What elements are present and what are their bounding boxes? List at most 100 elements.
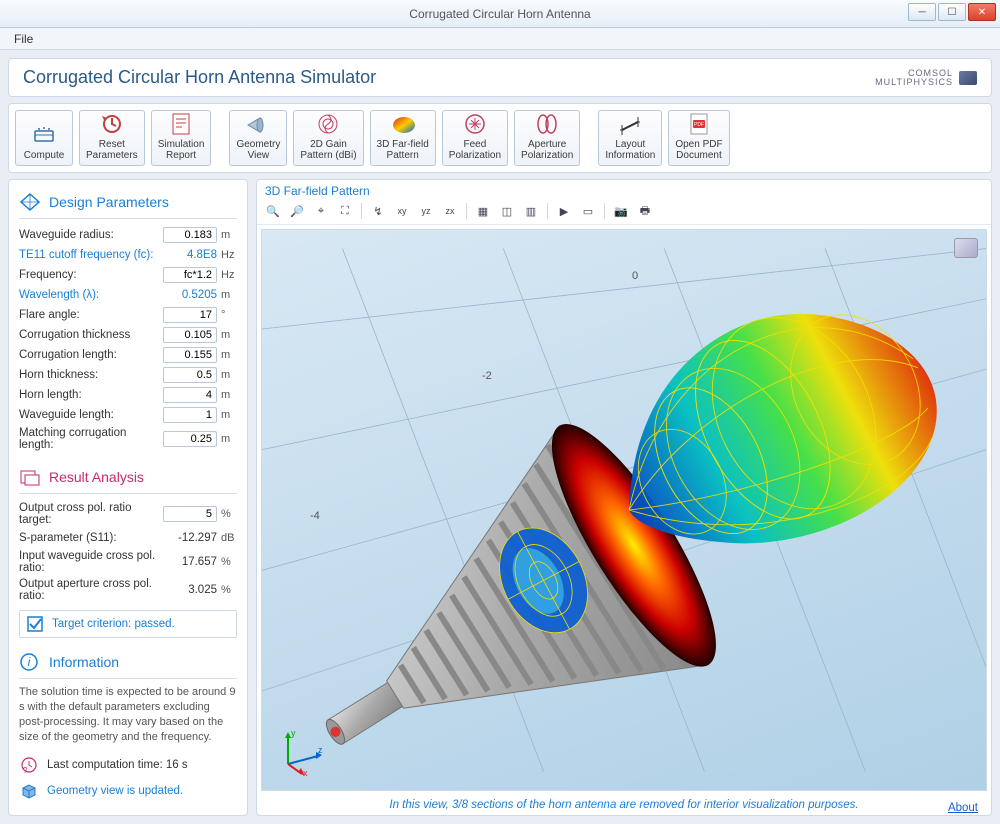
svg-text:z: z (318, 745, 323, 755)
polar-plot-icon (316, 112, 340, 136)
horn-length-input[interactable] (163, 387, 217, 403)
corrugation-length-input[interactable] (163, 347, 217, 363)
aperture-polarization-button[interactable]: Aperture Polarization (514, 110, 580, 166)
scene-light-button[interactable]: ◫ (497, 202, 517, 220)
frequency-input[interactable] (163, 267, 217, 283)
information-heading: i Information (19, 652, 237, 672)
window-maximize-button[interactable]: ☐ (938, 3, 966, 21)
check-icon (26, 615, 44, 633)
window-title: Corrugated Circular Horn Antenna (0, 7, 1000, 21)
app-title: Corrugated Circular Horn Antenna Simulat… (23, 67, 376, 88)
result-icon (19, 467, 41, 487)
param-flare-angle: Flare angle:° (19, 305, 237, 325)
viewer-toolbar: 🔍 🔎 ⌖ ⛶ ↯ xy yz zx ▦ ◫ ▥ ▶ ▭ 📷 🖶 (257, 200, 991, 225)
feed-pol-icon (463, 112, 487, 136)
xy-view-button[interactable]: xy (392, 202, 412, 220)
zoom-out-button[interactable]: 🔎 (287, 202, 307, 220)
target-ratio-input[interactable] (163, 506, 217, 522)
window-minimize-button[interactable]: ─ (908, 3, 936, 21)
play-button[interactable]: ▶ (554, 202, 574, 220)
svg-text:i: i (28, 655, 31, 669)
zoom-in-button[interactable]: 🔍 (263, 202, 283, 220)
result-input-crosspol: Input waveguide cross pol. ratio:17.657% (19, 548, 237, 576)
svg-text:PDF: PDF (694, 122, 704, 128)
geometry-updated-row: Geometry view is updated. (19, 778, 237, 804)
viewer-caption: In this view, 3/8 sections of the horn a… (257, 795, 991, 815)
open-pdf-button[interactable]: PDF Open PDF Document (668, 110, 729, 166)
svg-text:x: x (303, 768, 308, 776)
param-te11-cutoff: TE11 cutoff frequency (fc):4.8E8Hz (19, 245, 237, 265)
last-computation-row: ? Last computation time: 16 s (19, 752, 237, 778)
transparency-button[interactable]: ▥ (521, 202, 541, 220)
print-button[interactable]: 🖶 (635, 202, 655, 220)
result-target: Output cross pol. ratio target:% (19, 500, 237, 528)
grid-button[interactable]: ▦ (473, 202, 493, 220)
2d-gain-pattern-button[interactable]: 2D Gain Pattern (dBi) (293, 110, 363, 166)
design-parameters-heading: Design Parameters (19, 192, 237, 212)
viewer-title: 3D Far-field Pattern (257, 180, 991, 200)
zoom-extents-button[interactable]: ⛶ (335, 202, 355, 220)
info-text: The solution time is expected to be arou… (19, 685, 237, 744)
result-analysis-heading: Result Analysis (19, 467, 237, 487)
flare-angle-input[interactable] (163, 307, 217, 323)
param-horn-length: Horn length:m (19, 385, 237, 405)
layout-info-button[interactable]: Layout Information (598, 110, 662, 166)
cube-icon (19, 781, 39, 801)
3d-canvas[interactable]: 0 -2 -4 (261, 229, 987, 791)
param-corrugation-length: Corrugation length:m (19, 345, 237, 365)
farfield-icon (391, 114, 415, 136)
default-view-button[interactable]: ↯ (368, 202, 388, 220)
3d-farfield-button[interactable]: 3D Far-field Pattern (370, 110, 436, 166)
reset-parameters-button[interactable]: Reset Parameters (79, 110, 145, 166)
svg-text:?: ? (23, 766, 28, 775)
brand-icon (959, 71, 977, 85)
param-wavelength: Wavelength (λ):0.5205m (19, 285, 237, 305)
aperture-pol-icon (535, 112, 559, 136)
waveguide-radius-input[interactable] (163, 227, 217, 243)
param-matching-corrugation-length: Matching corrugation length:m (19, 425, 237, 453)
matching-corrugation-input[interactable] (163, 431, 217, 447)
yz-view-button[interactable]: yz (416, 202, 436, 220)
result-s11: S-parameter (S11):-12.297dB (19, 528, 237, 548)
clock-icon: ? (19, 755, 39, 775)
about-link[interactable]: About (948, 802, 978, 814)
view-cube-icon[interactable] (954, 238, 978, 258)
axis-triad-icon: y z x (276, 726, 326, 776)
app-header: Corrugated Circular Horn Antenna Simulat… (8, 58, 992, 97)
geometry-icon (246, 114, 270, 136)
zx-view-button[interactable]: zx (440, 202, 460, 220)
info-icon: i (19, 652, 41, 672)
menu-bar: File (0, 28, 1000, 50)
compute-button[interactable]: Compute (15, 110, 73, 166)
geometry-view-button[interactable]: Geometry View (229, 110, 287, 166)
result-output-crosspol: Output aperture cross pol. ratio:3.025% (19, 576, 237, 604)
waveguide-length-input[interactable] (163, 407, 217, 423)
report-icon (169, 112, 193, 136)
simulation-report-button[interactable]: Simulation Report (151, 110, 212, 166)
snapshot-button[interactable]: 📷 (611, 202, 631, 220)
param-frequency: Frequency:Hz (19, 265, 237, 285)
select-button[interactable]: ▭ (578, 202, 598, 220)
viewer-panel: 3D Far-field Pattern 🔍 🔎 ⌖ ⛶ ↯ xy yz zx … (256, 179, 992, 816)
pdf-icon: PDF (687, 112, 711, 136)
param-waveguide-length: Waveguide length:m (19, 405, 237, 425)
target-passed-banner: Target criterion: passed. (19, 610, 237, 638)
diamond-icon (19, 192, 41, 212)
param-waveguide-radius: Waveguide radius:m (19, 225, 237, 245)
ribbon-toolbar: Compute Reset Parameters Simulation Repo… (8, 103, 992, 173)
farfield-render (262, 230, 986, 790)
feed-polarization-button[interactable]: Feed Polarization (442, 110, 508, 166)
horn-thickness-input[interactable] (163, 367, 217, 383)
brand-logo: COMSOL MULTIPHYSICS (875, 69, 977, 87)
svg-text:y: y (291, 728, 296, 738)
parameters-panel: Design Parameters Waveguide radius:m TE1… (8, 179, 248, 816)
file-menu[interactable]: File (6, 30, 41, 48)
layout-icon (618, 114, 642, 136)
param-corrugation-thickness: Corrugation thicknessm (19, 325, 237, 345)
param-horn-thickness: Horn thickness:m (19, 365, 237, 385)
zoom-box-button[interactable]: ⌖ (311, 202, 331, 220)
compute-icon (32, 123, 56, 147)
corrugation-thickness-input[interactable] (163, 327, 217, 343)
window-close-button[interactable]: ✕ (968, 3, 996, 21)
window-titlebar: Corrugated Circular Horn Antenna ─ ☐ ✕ (0, 0, 1000, 28)
